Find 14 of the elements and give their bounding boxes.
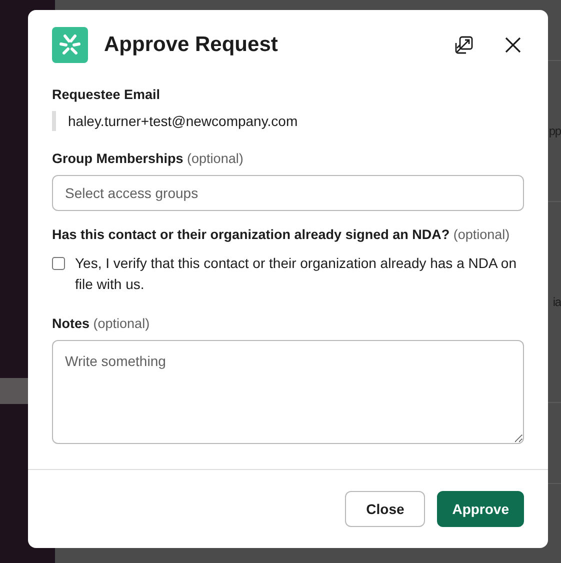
field-label: Requestee Email <box>52 86 162 103</box>
close-button[interactable]: Close <box>345 491 426 527</box>
nda-checkbox[interactable] <box>52 257 65 270</box>
approve-button[interactable]: Approve <box>437 491 524 527</box>
popout-icon[interactable] <box>454 34 474 54</box>
checkbox-label: Yes, I verify that this contact or their organization already has a NDA on file with us. <box>75 254 518 294</box>
field-label: Notes (optional) <box>52 315 151 332</box>
app-logo-icon <box>52 26 88 62</box>
field-label: Group Memberships (optional) <box>52 150 244 167</box>
field-label: Has this contact or their organization already signed an NDA? (optional) <box>52 226 511 243</box>
groups-select[interactable]: Select access groups <box>52 175 524 211</box>
notes-field[interactable]: Write something <box>52 340 524 444</box>
modal-title: Approve Request <box>104 32 279 56</box>
email-value: haley.turner+test@newcompany.com <box>52 111 524 131</box>
